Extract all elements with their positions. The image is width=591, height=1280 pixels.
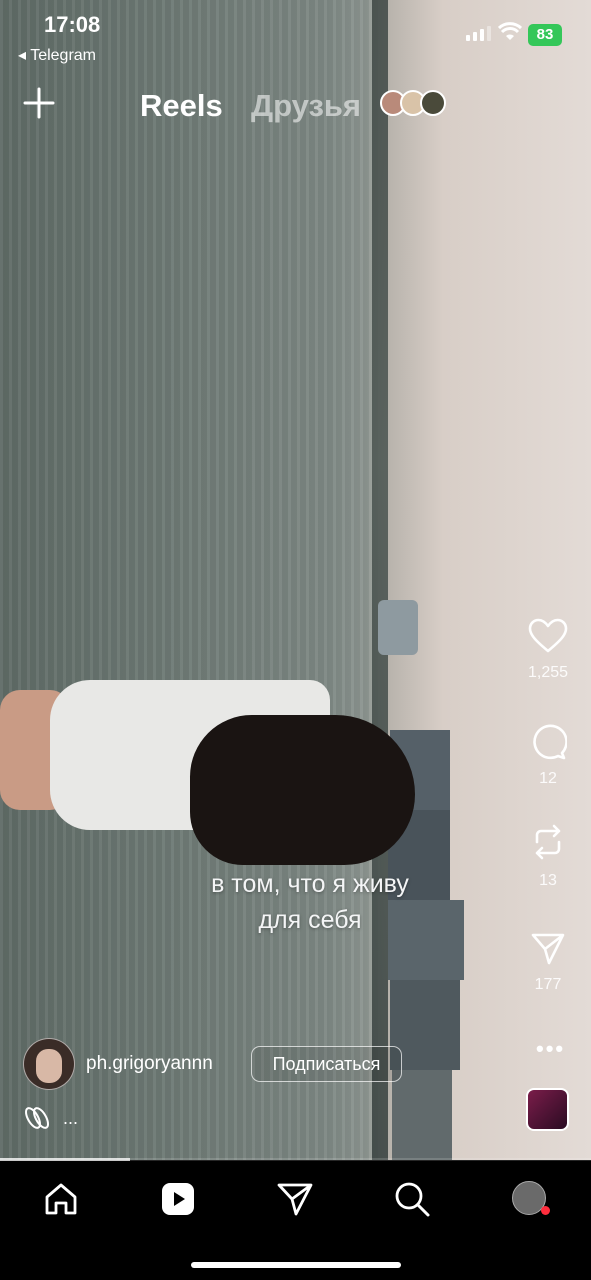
caption-line: для себя <box>258 906 362 934</box>
comment-icon <box>533 724 567 760</box>
author-username[interactable]: ph.grigoryannn <box>86 1053 213 1075</box>
status-time: 17:08 <box>44 12 101 37</box>
author-avatar[interactable] <box>23 1038 75 1090</box>
comment-button[interactable]: 12 <box>518 722 578 788</box>
sea-water <box>0 0 380 1160</box>
share-count: 177 <box>534 976 562 993</box>
create-icon[interactable] <box>22 86 58 122</box>
home-icon[interactable] <box>41 1179 81 1219</box>
back-to-app-link[interactable]: ◂ Telegram <box>18 45 96 65</box>
home-indicator <box>191 1262 401 1268</box>
tab-friends[interactable]: Друзья <box>251 88 361 124</box>
reel-video[interactable] <box>0 0 591 1160</box>
send-icon <box>531 933 565 965</box>
person-hair <box>190 715 415 865</box>
share-button[interactable]: 177 <box>518 932 578 994</box>
more-options-icon[interactable]: ••• <box>536 1036 565 1062</box>
avatar <box>420 90 446 116</box>
cellular-signal-icon <box>466 26 491 41</box>
search-icon[interactable] <box>392 1179 432 1219</box>
notification-dot <box>541 1206 550 1215</box>
building <box>392 1070 452 1160</box>
status-bar: 17:08 ◂ Telegram 83 <box>0 0 591 70</box>
like-count: 1,255 <box>527 664 569 681</box>
heart-icon <box>528 618 568 653</box>
collab-text: ... <box>63 1107 79 1128</box>
caption-line: в том, что я живу <box>211 870 409 898</box>
audio-track-thumbnail[interactable] <box>526 1088 569 1131</box>
friends-avatars[interactable] <box>380 90 446 116</box>
repost-button[interactable]: 13 <box>518 822 578 890</box>
repost-icon <box>535 824 561 860</box>
video-caption: в том, что я живу для себя <box>100 866 520 938</box>
reels-icon[interactable] <box>158 1179 198 1219</box>
tab-reels[interactable]: Reels <box>140 88 223 124</box>
follow-button[interactable]: Подписаться <box>251 1046 402 1082</box>
battery-indicator: 83 <box>528 24 562 46</box>
repost-count: 13 <box>539 872 557 889</box>
comment-count: 12 <box>539 770 557 787</box>
collab-icon <box>25 1107 49 1129</box>
like-button[interactable]: 1,255 <box>518 618 578 682</box>
ship <box>378 600 418 655</box>
wifi-icon <box>497 22 523 48</box>
send-icon[interactable] <box>275 1179 315 1219</box>
collab-row[interactable]: ... <box>23 1105 78 1131</box>
shoreline <box>372 0 388 1160</box>
